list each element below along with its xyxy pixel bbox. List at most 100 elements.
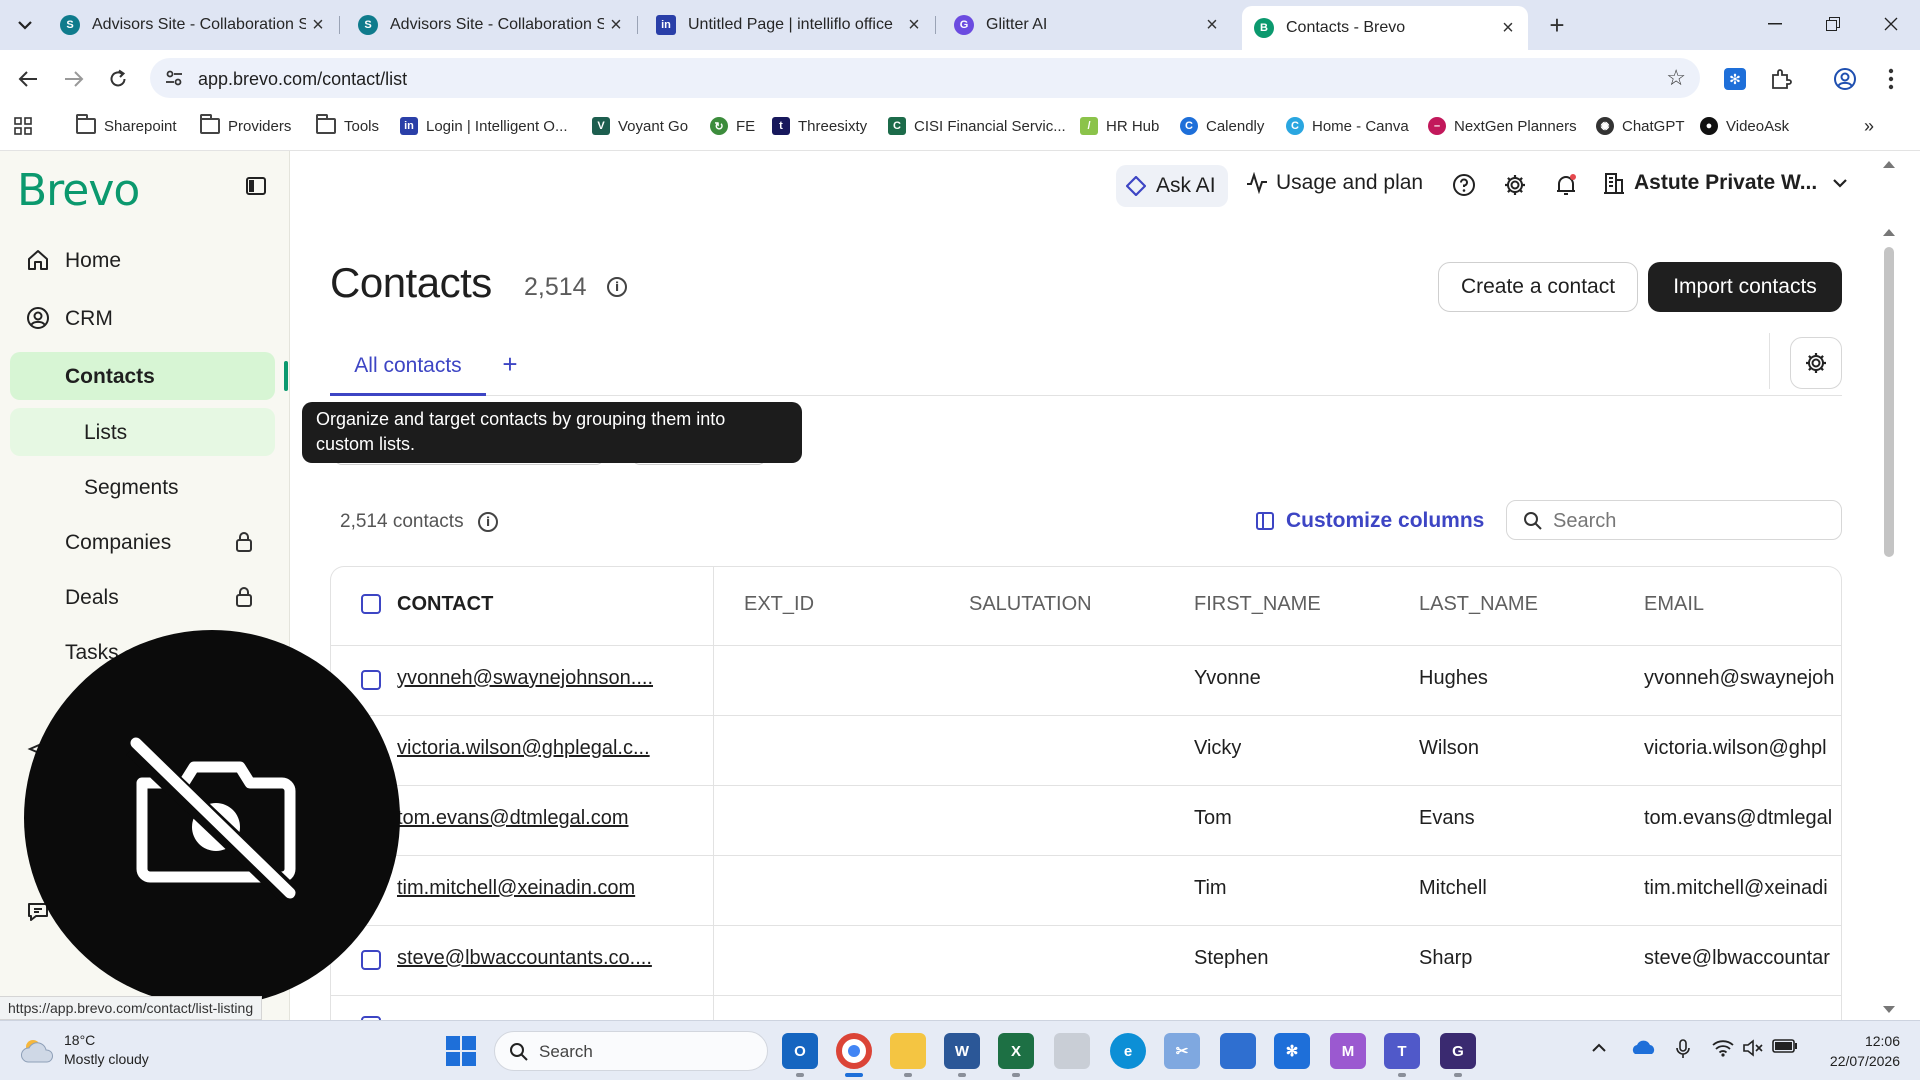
- sidebar-item-crm[interactable]: CRM: [10, 294, 275, 342]
- wifi-icon[interactable]: [1712, 1039, 1734, 1062]
- forward-button[interactable]: [56, 62, 92, 96]
- help-icon[interactable]: [1450, 171, 1478, 199]
- microphone-icon[interactable]: [1676, 1039, 1690, 1064]
- account-switcher[interactable]: Astute Private W...: [1604, 171, 1847, 195]
- column-header-last-name[interactable]: LAST_NAME: [1419, 593, 1538, 616]
- row-checkbox[interactable]: [361, 670, 381, 690]
- battery-icon[interactable]: [1772, 1039, 1798, 1058]
- back-button[interactable]: [10, 62, 46, 96]
- bookmark-canva[interactable]: C Home - Canva: [1286, 114, 1409, 138]
- search-input[interactable]: Search: [1506, 500, 1842, 540]
- bookmark-calendly[interactable]: C Calendly: [1180, 114, 1264, 138]
- extensions-puzzle-icon[interactable]: [1766, 64, 1796, 94]
- more-bookmarks-chevron-icon[interactable]: »: [1864, 114, 1874, 138]
- sidebar-collapse-icon[interactable]: [246, 177, 274, 203]
- tab-search-button[interactable]: [10, 11, 40, 39]
- select-all-checkbox[interactable]: [361, 594, 381, 614]
- brevo-logo[interactable]: Brevo: [17, 165, 140, 216]
- close-tab-icon[interactable]: ×: [902, 13, 926, 37]
- close-tab-icon[interactable]: ×: [1200, 13, 1224, 37]
- sidebar-item-lists[interactable]: Lists: [10, 408, 275, 456]
- contact-email-link[interactable]: tim.mitchell@xeinadin.com: [397, 877, 687, 900]
- column-header-ext-id[interactable]: EXT_ID: [744, 593, 814, 616]
- settings-gear-icon[interactable]: [1501, 171, 1529, 199]
- close-tab-icon[interactable]: ×: [306, 13, 330, 37]
- column-header-first-name[interactable]: FIRST_NAME: [1194, 593, 1321, 616]
- usage-and-plan-button[interactable]: Usage and plan: [1246, 171, 1423, 195]
- address-bar[interactable]: app.brevo.com/contact/list ☆: [150, 58, 1700, 98]
- notifications-bell-icon[interactable]: [1552, 171, 1580, 199]
- info-icon[interactable]: i: [478, 512, 498, 532]
- contact-email-link[interactable]: victoria.wilson@ghplegal.c...: [397, 737, 687, 760]
- column-header-contact[interactable]: CONTACT: [397, 593, 493, 616]
- bookmark-nextgen[interactable]: – NextGen Planners: [1428, 114, 1577, 138]
- contact-email-link[interactable]: tom.evans@dtmlegal.com: [397, 807, 687, 830]
- info-icon[interactable]: i: [607, 277, 627, 297]
- bookmark-intelliflo[interactable]: in Login | Intelligent O...: [400, 114, 567, 138]
- bookmark-voyant[interactable]: V Voyant Go: [592, 114, 688, 138]
- show-hidden-icons-chevron-icon[interactable]: [1592, 1039, 1606, 1057]
- outlook-app-icon[interactable]: O: [782, 1033, 818, 1069]
- start-button[interactable]: [446, 1036, 476, 1066]
- taskbar-search[interactable]: Search: [494, 1031, 768, 1071]
- bookmark-folder-providers[interactable]: Providers: [200, 114, 291, 138]
- sidebar-item-contacts[interactable]: Contacts: [10, 352, 275, 400]
- close-window-button[interactable]: [1868, 8, 1914, 40]
- apps-grid-icon[interactable]: [14, 114, 32, 138]
- star-app-icon[interactable]: ✻: [1274, 1033, 1310, 1069]
- weather-widget[interactable]: 18°C Mostly cloudy: [20, 1031, 149, 1069]
- restore-button[interactable]: [1810, 8, 1856, 40]
- sidebar-item-deals[interactable]: Deals: [10, 573, 275, 621]
- bookmark-chatgpt[interactable]: ✺ ChatGPT: [1596, 114, 1685, 138]
- customize-columns-button[interactable]: Customize columns: [1256, 509, 1484, 533]
- bookmark-videoask[interactable]: ● VideoAsk: [1700, 114, 1789, 138]
- add-tab-button[interactable]: +: [498, 349, 522, 379]
- browser-tab[interactable]: S Advisors Site - Collaboration Site ×: [346, 8, 638, 42]
- m365-app-icon[interactable]: M: [1330, 1033, 1366, 1069]
- edge-app-icon[interactable]: e: [1110, 1033, 1146, 1069]
- ask-ai-button[interactable]: Ask AI: [1116, 165, 1228, 207]
- bookmark-cisi[interactable]: C CISI Financial Servic...: [888, 114, 1066, 138]
- contact-email-link[interactable]: yvonneh@swaynejohnson....: [397, 667, 687, 690]
- page-scrollbar[interactable]: [1880, 151, 1920, 1021]
- excel-app-icon[interactable]: X: [998, 1033, 1034, 1069]
- sidebar-item-home[interactable]: Home: [10, 236, 275, 284]
- contact-email-link[interactable]: steve@lbwaccountants.co....: [397, 947, 687, 970]
- browser-tab[interactable]: S Advisors Site - Collaboration Site ×: [48, 8, 340, 42]
- create-contact-button[interactable]: Create a contact: [1438, 262, 1638, 312]
- word-app-icon[interactable]: W: [944, 1033, 980, 1069]
- browser-tab-active[interactable]: B Contacts - Brevo ×: [1242, 6, 1528, 50]
- reload-button[interactable]: [100, 62, 136, 96]
- bookmark-threesixty[interactable]: t Threesixty: [772, 114, 867, 138]
- system-clock[interactable]: 12:06 22/07/2026: [1816, 1031, 1900, 1071]
- file-explorer-icon[interactable]: [890, 1033, 926, 1069]
- scrollbar-thumb[interactable]: [1884, 247, 1894, 557]
- extension-app-icon[interactable]: ✻: [1720, 64, 1750, 94]
- column-header-email[interactable]: EMAIL: [1644, 593, 1704, 616]
- widget-app-icon[interactable]: [1220, 1033, 1256, 1069]
- browser-tab[interactable]: G Glitter AI ×: [942, 8, 1232, 42]
- sidebar-item-companies[interactable]: Companies: [10, 518, 275, 566]
- row-checkbox[interactable]: [361, 950, 381, 970]
- import-contacts-button[interactable]: Import contacts: [1648, 262, 1842, 312]
- snipping-tool-icon[interactable]: ✂: [1164, 1033, 1200, 1069]
- profile-icon[interactable]: [1830, 64, 1860, 94]
- glitter-app-icon[interactable]: G: [1440, 1033, 1476, 1069]
- bookmark-folder-sharepoint[interactable]: Sharepoint: [76, 114, 177, 138]
- volume-muted-icon[interactable]: [1742, 1039, 1764, 1062]
- close-tab-icon[interactable]: ×: [1496, 16, 1520, 40]
- site-info-icon[interactable]: [164, 68, 184, 93]
- teams-app-icon[interactable]: T: [1384, 1033, 1420, 1069]
- tab-all-contacts[interactable]: All contacts: [330, 339, 486, 396]
- sidebar-item-segments[interactable]: Segments: [10, 463, 275, 511]
- bookmark-folder-tools[interactable]: Tools: [316, 114, 379, 138]
- bookmark-fe[interactable]: ↻ FE: [710, 114, 755, 138]
- minimize-button[interactable]: [1752, 8, 1798, 40]
- db-app-icon[interactable]: [1054, 1033, 1090, 1069]
- close-tab-icon[interactable]: ×: [604, 13, 628, 37]
- table-settings-button[interactable]: [1790, 337, 1842, 389]
- column-header-salutation[interactable]: SALUTATION: [969, 593, 1092, 616]
- bookmark-star-icon[interactable]: ☆: [1666, 65, 1686, 91]
- bookmark-hr-hub[interactable]: / HR Hub: [1080, 114, 1159, 138]
- new-tab-button[interactable]: +: [1542, 10, 1572, 40]
